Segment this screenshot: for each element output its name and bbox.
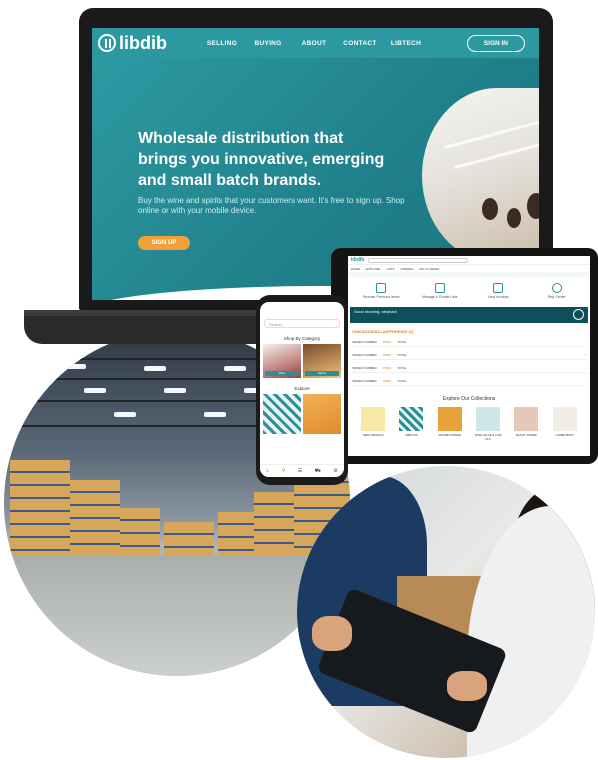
search-icon[interactable]: ⚲ xyxy=(282,468,286,474)
category-spirits[interactable]: Spirits xyxy=(303,344,341,378)
order-status: OPEN xyxy=(382,339,392,344)
collection-women-owned[interactable]: WOMEN OWNED xyxy=(436,407,464,441)
order-row[interactable]: ORDER NUMBER OPEN TOTAL › xyxy=(352,337,586,347)
order-id: ORDER NUMBER xyxy=(352,365,377,370)
collection-label: NEW ARRIVALS xyxy=(362,433,384,437)
sign-up-button[interactable]: SIGN UP xyxy=(138,236,190,250)
explore-grid xyxy=(263,394,341,434)
sign-in-button[interactable]: SIGN IN xyxy=(466,34,525,52)
hero-headline: Wholesale distribution that brings you i… xyxy=(138,130,385,189)
hero-subheadline: Buy the wine and spirits that your custo… xyxy=(138,196,405,215)
nav-item-libtech[interactable]: LIBTECH xyxy=(383,40,429,47)
home-icon[interactable]: ⌂ xyxy=(266,468,269,474)
clipboard-icon xyxy=(434,283,445,293)
collections-list: NEW ARRIVALS LIBPICKS WOMEN OWNED WINE V… xyxy=(348,402,590,441)
nav-item-about[interactable]: ABOUT xyxy=(291,40,337,47)
brand-logo[interactable]: libdib xyxy=(98,33,167,54)
explore-tile[interactable] xyxy=(263,394,301,434)
tablet-in-hands-photo xyxy=(297,466,595,758)
tablet-brand: libdib xyxy=(351,257,365,263)
explore-tile[interactable] xyxy=(303,394,341,434)
tablet-menu: HOME EXPLORE LISTS ORDERS PAY & ORDER xyxy=(348,265,590,272)
orders-title: CHICAGO/DALLAS/PHOENIX (2) xyxy=(352,329,414,334)
invoices-action[interactable]: View Invoices xyxy=(478,283,518,299)
order-link-icon[interactable]: › xyxy=(585,340,586,344)
phone-tab-bar: ⌂ ⚲ ☰ ⛟ ⚙ xyxy=(260,464,344,477)
order-total: TOTAL xyxy=(397,339,407,344)
collection-label: WINE VALUE & LOW ALC xyxy=(474,433,502,441)
nav-menu: SELLING BUYING ABOUT CONTACT LIBTECH xyxy=(199,40,429,47)
explore-title: Explore xyxy=(294,386,310,391)
collection-wine-value[interactable]: WINE VALUE & LOW ALC xyxy=(474,407,502,441)
tablet-menu-explore[interactable]: EXPLORE xyxy=(366,267,380,271)
collection-label: WOMEN OWNED xyxy=(438,433,462,437)
tablet-menu-home[interactable]: HOME xyxy=(351,267,360,271)
order-row[interactable]: ORDER NUMBER OPEN TOTAL › xyxy=(352,376,586,386)
order-row[interactable]: ORDER NUMBER OPEN TOTAL › xyxy=(352,350,586,360)
greeting-banner: Good morning, stephani xyxy=(350,307,588,323)
marketing-collage: Wholesale distribution that brings you i… xyxy=(0,0,598,760)
bottle-logo-icon xyxy=(98,34,116,52)
nav-item-selling[interactable]: SELLING xyxy=(199,40,245,47)
order-status: OPEN xyxy=(382,352,392,357)
brand-name: libdib xyxy=(119,32,167,53)
nav-item-contact[interactable]: CONTACT xyxy=(337,40,383,47)
collection-libpicks[interactable]: LIBPICKS xyxy=(397,407,425,441)
cart-icon[interactable]: ⛟ xyxy=(315,468,321,475)
collection-new-arrivals[interactable]: NEW ARRIVALS xyxy=(359,407,387,441)
order-link-icon[interactable]: › xyxy=(585,353,586,357)
phone-screen: Search... Shop By Category Wine Spirits … xyxy=(260,302,344,477)
invoices-label: View Invoices xyxy=(487,295,509,299)
order-total: TOTAL xyxy=(397,352,407,357)
tablet-menu-pay[interactable]: PAY & ORDER xyxy=(419,267,439,271)
hero-photo xyxy=(422,88,539,263)
collection-lower-body[interactable]: LOWER BODY xyxy=(551,407,579,441)
order-status: OPEN xyxy=(382,378,392,383)
order-link-icon[interactable]: › xyxy=(585,366,586,370)
order-total: TOTAL xyxy=(397,365,407,370)
rep-center-label: Rep Center xyxy=(547,295,566,299)
order-id: ORDER NUMBER xyxy=(352,352,377,357)
shop-by-category-title: Shop By Category xyxy=(283,336,321,341)
lists-label: Manage & Create Lists xyxy=(421,295,458,299)
reorder-label: Reorder Previous Items xyxy=(362,295,400,299)
greeting-text: Good morning, stephani xyxy=(354,309,397,314)
reorder-action[interactable]: Reorder Previous Items xyxy=(361,283,401,299)
phone-search-input[interactable]: Search... xyxy=(264,319,340,328)
category-label: Spirits xyxy=(305,371,339,376)
order-id: ORDER NUMBER xyxy=(352,378,377,383)
tablet-search-input[interactable] xyxy=(368,257,469,263)
category-label: Wine xyxy=(265,371,299,376)
order-row[interactable]: ORDER NUMBER OPEN TOTAL › xyxy=(352,363,586,373)
order-total: TOTAL xyxy=(397,378,407,383)
order-link-icon[interactable]: › xyxy=(585,379,586,383)
tablet-menu-lists[interactable]: LISTS xyxy=(386,267,394,271)
info-icon xyxy=(551,283,562,293)
tablet-screen: libdib HOME EXPLORE LISTS ORDERS PAY & O… xyxy=(348,256,590,456)
list-icon[interactable]: ☰ xyxy=(298,468,302,474)
invoice-icon xyxy=(493,283,504,293)
collection-black-owned[interactable]: BLACK OWNED xyxy=(512,407,540,441)
phone-status-bar xyxy=(260,302,344,311)
account-icon[interactable]: ⚙ xyxy=(333,468,337,474)
order-status: OPEN xyxy=(382,365,392,370)
nav-item-buying[interactable]: BUYING xyxy=(245,40,291,47)
collection-label: LIBPICKS xyxy=(405,433,418,437)
category-grid: Wine Spirits xyxy=(263,344,341,378)
tablet-header: libdib xyxy=(348,256,590,265)
category-wine[interactable]: Wine xyxy=(263,344,301,378)
brand-badge-icon xyxy=(573,309,584,320)
collection-label: BLACK OWNED xyxy=(516,433,537,437)
top-nav: libdib SELLING BUYING ABOUT CONTACT LIBT… xyxy=(92,28,539,58)
reorder-icon xyxy=(376,283,387,293)
rep-center-action[interactable]: Rep Center xyxy=(537,283,577,299)
order-id: ORDER NUMBER xyxy=(352,339,377,344)
tablet-quick-actions: Reorder Previous Items Manage & Create L… xyxy=(348,277,590,301)
collection-label: LOWER BODY xyxy=(555,433,575,437)
tablet-menu-orders[interactable]: ORDERS xyxy=(401,267,414,271)
lists-action[interactable]: Manage & Create Lists xyxy=(420,283,460,299)
